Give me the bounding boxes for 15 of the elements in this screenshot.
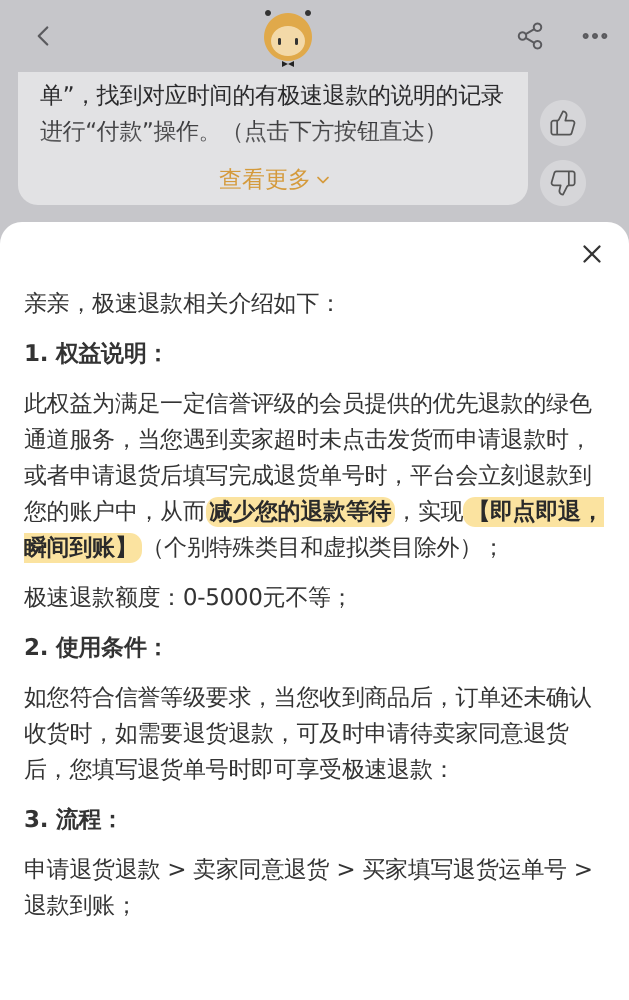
paragraph: 如您符合信誉等级要求，当您收到商品后，订单还未确认收货时，如需要退货退款，可及时申请待卖家同意退货后，您填写退货单号时即可享受极速退款： bbox=[24, 684, 593, 785]
section-heading: 1. 权益说明： bbox=[24, 340, 170, 369]
section-heading: 3. 流程： bbox=[24, 806, 125, 835]
thumbs-down-icon bbox=[549, 169, 577, 197]
paragraph: 亲亲，极速退款相关介绍如下： bbox=[24, 290, 343, 319]
share-icon[interactable] bbox=[515, 21, 545, 51]
section-heading: 2. 使用条件： bbox=[24, 634, 170, 663]
thumbs-up-button[interactable] bbox=[540, 100, 586, 146]
view-more-link[interactable]: 查看更多 bbox=[219, 164, 333, 195]
message-text: 单”，找到对应时间的有极速退款的说明的记录进行“付款”操作。（点击下方按钮直达） bbox=[40, 82, 505, 147]
thumbs-down-button[interactable] bbox=[540, 160, 586, 206]
paragraph: 申请退货退款 > 卖家同意退货 > 买家填写退货运单号 > 退款到账； bbox=[24, 856, 594, 921]
paragraph: 此权益为满足一定信誉评级的会员提供的优先退款的绿色通道服务，当您遇到卖家超时未点击发货而申请退款时，或者申请退货后填写完成退货单号时，平台会立刻退款到您的账户中，从而 减少您的退款等待 ，实现 【即点即退，瞬间到账】 （个别特殊类目和虚拟类目除外）； bbox=[24, 390, 605, 565]
paragraph: 极速退款额度：0-5000元不等； bbox=[24, 584, 354, 613]
thumbs-up-icon bbox=[549, 109, 577, 137]
